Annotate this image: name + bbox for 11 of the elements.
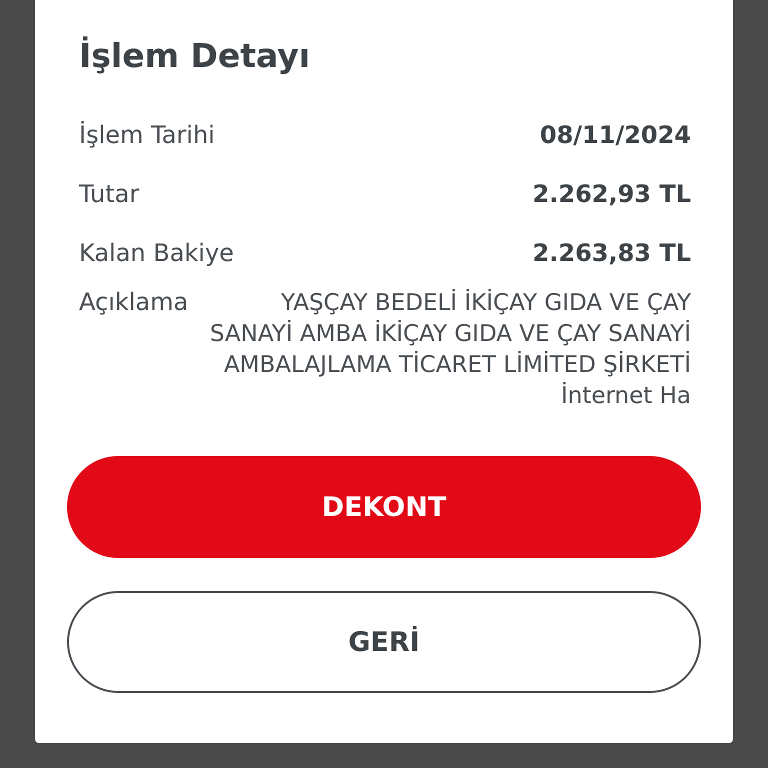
- back-button[interactable]: GERİ: [67, 591, 701, 693]
- field-label: Kalan Bakiye: [79, 238, 234, 266]
- field-value: 2.262,93 TL: [532, 180, 691, 208]
- description-text: YAŞÇAY BEDELİ İKİÇAY GIDA VE ÇAY SANAYİ AMBA İKİÇAY GIDA VE ÇAY SANAYİ AMBALAJLAMA TİCARET LİMİTED ŞİRKETİ İnternet Ha: [208, 288, 691, 411]
- receipt-button[interactable]: DEKONT: [67, 456, 701, 558]
- field-label: İşlem Tarihi: [79, 120, 215, 148]
- field-label: Tutar: [79, 180, 140, 208]
- dialog-title: İşlem Detayı: [79, 36, 312, 75]
- field-label: Açıklama: [79, 288, 188, 316]
- field-value: 08/11/2024: [540, 120, 691, 148]
- field-value: 2.263,83 TL: [532, 238, 691, 266]
